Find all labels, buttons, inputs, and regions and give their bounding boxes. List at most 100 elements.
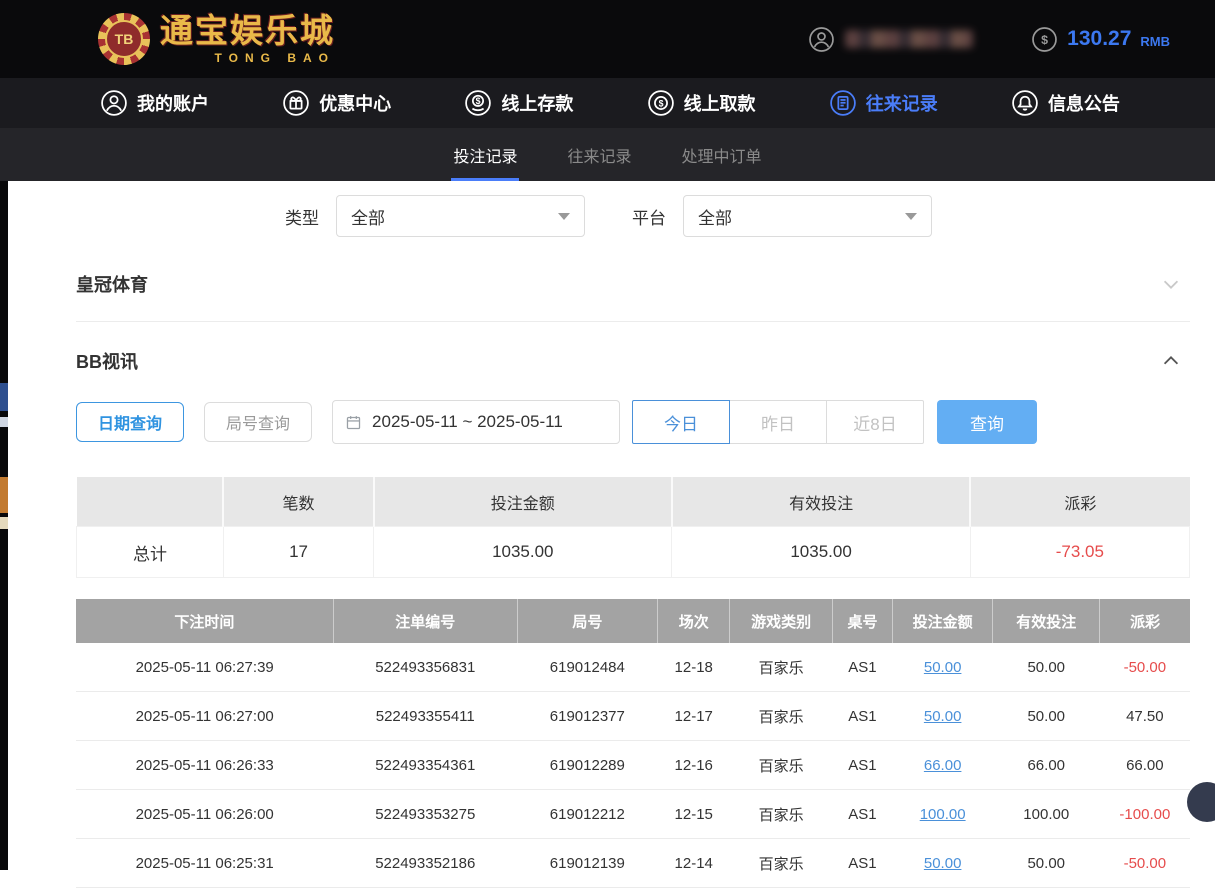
yesterday-button[interactable]: 昨日 bbox=[729, 400, 827, 444]
cell-bet-id: 522493352186 bbox=[333, 839, 517, 888]
cell-payout: 66.00 bbox=[1100, 741, 1190, 790]
sub-nav: 投注记录 往来记录 处理中订单 bbox=[0, 128, 1215, 181]
svg-text:$: $ bbox=[1041, 32, 1048, 46]
table-row: 2025-05-11 06:25:31522493352186619012139… bbox=[76, 839, 1190, 888]
cell-valid-bet: 50.00 bbox=[993, 692, 1100, 741]
cell-bet-amount: 50.00 bbox=[893, 643, 993, 692]
section-crown-sports[interactable]: 皇冠体育 bbox=[76, 245, 1190, 322]
type-filter-label: 类型 bbox=[285, 204, 319, 229]
summary-count: 17 bbox=[223, 527, 373, 578]
nav-item-withdraw[interactable]: $ 线上取款 bbox=[647, 89, 756, 117]
table-row: 2025-05-11 06:26:00522493353275619012212… bbox=[76, 790, 1190, 839]
bet-amount-link[interactable]: 50.00 bbox=[924, 659, 962, 676]
deposit-icon: $ bbox=[464, 89, 492, 117]
cell-round: 619012377 bbox=[517, 692, 657, 741]
cell-game-type: 百家乐 bbox=[730, 692, 832, 741]
date-shortcut-group: 今日 昨日 近8日 bbox=[632, 400, 924, 444]
nav-item-announcements[interactable]: 信息公告 bbox=[1011, 89, 1120, 117]
col-table-no: 桌号 bbox=[832, 599, 892, 643]
bet-amount-link[interactable]: 50.00 bbox=[924, 855, 962, 872]
nav-item-promotions[interactable]: 优惠中心 bbox=[282, 89, 391, 117]
cell-session: 12-17 bbox=[658, 692, 730, 741]
date-range-input[interactable]: 2025-05-11 ~ 2025-05-11 bbox=[332, 400, 620, 444]
cell-bet-id: 522493356831 bbox=[333, 643, 517, 692]
platform-select[interactable]: 全部 bbox=[683, 195, 932, 237]
brand-logo[interactable]: TB 通宝娱乐城 TONG BAO bbox=[98, 13, 335, 65]
cell-bet-amount: 50.00 bbox=[893, 839, 993, 888]
summary-header-payout: 派彩 bbox=[970, 477, 1189, 527]
top-bar: TB 通宝娱乐城 TONG BAO $ 130.27 RMB bbox=[0, 0, 1215, 78]
col-game-type: 游戏类别 bbox=[730, 599, 832, 643]
summary-total-label: 总计 bbox=[77, 527, 224, 578]
platform-filter-label: 平台 bbox=[632, 204, 666, 229]
col-bet-time: 下注时间 bbox=[76, 599, 333, 643]
cell-valid-bet: 50.00 bbox=[993, 643, 1100, 692]
table-row: 2025-05-11 06:26:33522493354361619012289… bbox=[76, 741, 1190, 790]
col-bet-amount: 投注金额 bbox=[893, 599, 993, 643]
cell-bet-time: 2025-05-11 06:25:31 bbox=[76, 839, 333, 888]
summary-header-count: 笔数 bbox=[223, 477, 373, 527]
nav-item-deposit[interactable]: $ 线上存款 bbox=[464, 89, 573, 117]
nav-item-my-account[interactable]: 我的账户 bbox=[100, 89, 209, 117]
cell-valid-bet: 50.00 bbox=[993, 839, 1100, 888]
bet-amount-link[interactable]: 66.00 bbox=[924, 757, 962, 774]
cell-valid-bet: 100.00 bbox=[993, 790, 1100, 839]
nav-label: 线上取款 bbox=[684, 90, 756, 116]
chevron-up-icon[interactable] bbox=[1160, 350, 1182, 372]
cell-table-no: AS1 bbox=[832, 741, 892, 790]
cell-bet-id: 522493353275 bbox=[333, 790, 517, 839]
user-account[interactable] bbox=[808, 26, 973, 53]
brand-name-cn: 通宝娱乐城 bbox=[160, 14, 335, 47]
bet-amount-link[interactable]: 50.00 bbox=[924, 708, 962, 725]
cell-bet-time: 2025-05-11 06:27:39 bbox=[76, 643, 333, 692]
cell-game-type: 百家乐 bbox=[730, 790, 832, 839]
bet-amount-link[interactable]: 100.00 bbox=[920, 806, 966, 823]
cell-session: 12-15 bbox=[658, 790, 730, 839]
nav-label: 我的账户 bbox=[137, 90, 209, 116]
section-bb-live[interactable]: BB视讯 bbox=[76, 322, 1190, 376]
today-button[interactable]: 今日 bbox=[632, 400, 730, 444]
cell-bet-amount: 50.00 bbox=[893, 692, 993, 741]
cell-game-type: 百家乐 bbox=[730, 741, 832, 790]
filters-row: 类型 全部 平台 全部 bbox=[285, 195, 1190, 237]
cell-table-no: AS1 bbox=[832, 839, 892, 888]
round-query-button[interactable]: 局号查询 bbox=[204, 402, 312, 442]
summary-header-bet-amount: 投注金额 bbox=[374, 477, 672, 527]
poker-chip-icon: TB bbox=[98, 13, 150, 65]
type-select-value: 全部 bbox=[351, 204, 385, 229]
calendar-icon bbox=[345, 414, 362, 431]
summary-total-row: 总计 17 1035.00 1035.00 -73.05 bbox=[77, 527, 1190, 578]
bet-records-table: 下注时间 注单编号 局号 场次 游戏类别 桌号 投注金额 有效投注 派彩 202… bbox=[76, 599, 1190, 888]
nav-item-records[interactable]: 往来记录 bbox=[829, 89, 938, 117]
topbar-right: $ 130.27 RMB bbox=[808, 26, 1170, 53]
main-content: 类型 全部 平台 全部 皇冠体育 BB视讯 日期查询 局号查询 bbox=[8, 181, 1215, 888]
date-range-value: 2025-05-11 ~ 2025-05-11 bbox=[372, 412, 563, 432]
chevron-down-icon[interactable] bbox=[1160, 273, 1182, 295]
cell-payout: -50.00 bbox=[1100, 643, 1190, 692]
date-query-button[interactable]: 日期查询 bbox=[76, 402, 184, 442]
svg-text:$: $ bbox=[658, 98, 663, 108]
cell-session: 12-18 bbox=[658, 643, 730, 692]
platform-select-value: 全部 bbox=[698, 204, 732, 229]
col-valid-bet: 有效投注 bbox=[993, 599, 1100, 643]
cell-round: 619012289 bbox=[517, 741, 657, 790]
username-redacted bbox=[845, 30, 973, 48]
tab-pending-orders[interactable]: 处理中订单 bbox=[680, 128, 764, 181]
tab-bet-records[interactable]: 投注记录 bbox=[451, 128, 519, 181]
cell-valid-bet: 66.00 bbox=[993, 741, 1100, 790]
col-payout: 派彩 bbox=[1100, 599, 1190, 643]
cell-round: 619012139 bbox=[517, 839, 657, 888]
brand-text: 通宝娱乐城 TONG BAO bbox=[160, 14, 335, 65]
nav-label: 往来记录 bbox=[866, 90, 938, 116]
last-8-days-button[interactable]: 近8日 bbox=[826, 400, 924, 444]
cell-bet-time: 2025-05-11 06:26:33 bbox=[76, 741, 333, 790]
user-icon bbox=[100, 89, 128, 117]
cell-round: 619012212 bbox=[517, 790, 657, 839]
tab-transaction-records[interactable]: 往来记录 bbox=[565, 128, 633, 181]
balance-display[interactable]: $ 130.27 RMB bbox=[1031, 26, 1170, 53]
nav-label: 优惠中心 bbox=[319, 90, 391, 116]
search-button[interactable]: 查询 bbox=[937, 400, 1037, 444]
cell-bet-amount: 66.00 bbox=[893, 741, 993, 790]
cell-bet-amount: 100.00 bbox=[893, 790, 993, 839]
type-select[interactable]: 全部 bbox=[336, 195, 585, 237]
